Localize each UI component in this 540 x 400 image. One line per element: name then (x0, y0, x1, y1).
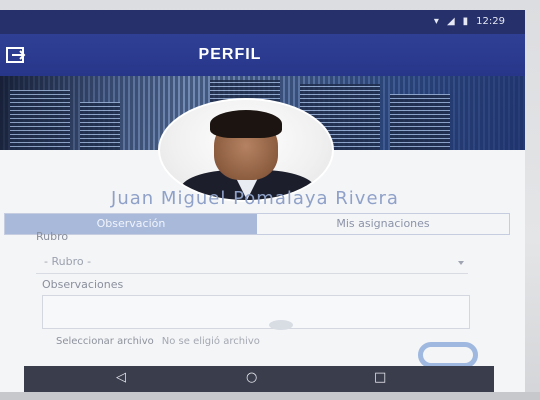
submit-fab-button[interactable] (418, 342, 478, 368)
rubro-select-value: - Rubro - (44, 255, 92, 268)
wifi-icon: ▾ (433, 16, 439, 27)
rubro-select[interactable]: - Rubro - (36, 252, 468, 274)
rubro-label: Rubro (36, 230, 69, 243)
tab-bar: Observación Mis asignaciones (4, 213, 510, 235)
tab-mis-asignaciones[interactable]: Mis asignaciones (257, 214, 509, 234)
banner-building (390, 94, 450, 150)
chevron-down-icon (458, 261, 464, 265)
page-title: PERFIL (198, 46, 262, 63)
select-file-button[interactable]: Seleccionar archivo (56, 336, 154, 347)
profile-name: Juan Miguel Pomalaya Rivera (111, 188, 399, 209)
status-icons: ▾ ◢ ▮ 12:29 (434, 16, 505, 27)
bottom-strip (0, 392, 540, 400)
observaciones-label: Observaciones (42, 278, 124, 291)
file-picker: Seleccionar archivo No se eligió archivo (56, 336, 260, 347)
recents-icon[interactable]: □ (374, 370, 386, 385)
battery-icon: ▮ (462, 16, 469, 27)
home-icon[interactable]: ○ (246, 370, 257, 385)
avatar-hair (210, 110, 282, 138)
android-nav-bar: ◁ ○ □ (24, 366, 494, 392)
banner-building (80, 102, 120, 150)
back-icon[interactable]: ◁ (116, 370, 126, 385)
cursor-handle (269, 320, 293, 330)
app-bar: PERFIL (0, 34, 525, 76)
status-bar: ▾ ◢ ▮ 12:29 (0, 10, 525, 34)
avatar (158, 98, 334, 202)
file-status: No se eligió archivo (161, 336, 260, 347)
observaciones-field[interactable] (42, 295, 470, 330)
banner-building (10, 90, 70, 150)
phone-screen: ▾ ◢ ▮ 12:29 PERFIL Juan Miguel Pomalaya … (0, 10, 525, 398)
signal-icon: ◢ (446, 16, 455, 27)
status-time: 12:29 (476, 16, 505, 27)
